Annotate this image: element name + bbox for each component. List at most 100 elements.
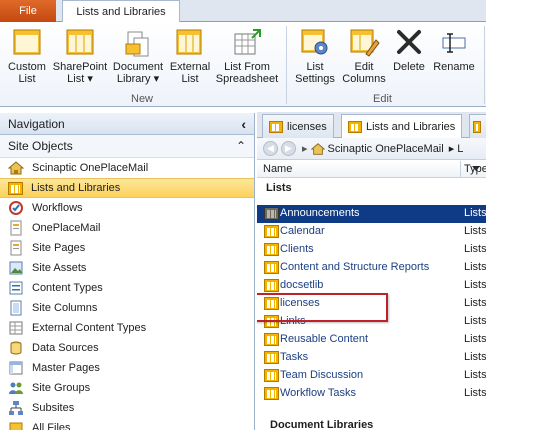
rename-button[interactable]: Rename — [430, 26, 478, 73]
list-icon — [264, 225, 279, 238]
group-divider — [484, 26, 485, 104]
groups-icon — [9, 382, 23, 394]
list-row-calendar[interactable]: Calendar Lists — [257, 223, 486, 241]
list-row-clients[interactable]: Clients Lists — [257, 241, 486, 259]
navigation-header: Navigation ‹ — [0, 113, 254, 135]
list-row-workflow-tasks[interactable]: Workflow Tasks Lists — [257, 385, 486, 403]
group-divider — [286, 26, 287, 104]
list-icon — [264, 207, 279, 220]
list-icon — [8, 181, 23, 195]
site-objects-title: Site Objects — [8, 139, 73, 153]
sharepoint-list-button[interactable]: SharePoint List ▾ — [50, 26, 110, 85]
sidebar-item-subsites[interactable]: Subsites — [0, 398, 254, 418]
column-divider[interactable] — [460, 161, 461, 178]
custom-list-icon — [13, 29, 41, 55]
document-tab-strip: licenses Lists and Libraries — [257, 112, 489, 139]
file-tab[interactable]: File — [0, 0, 56, 22]
list-row-content-and-structure-reports[interactable]: Content and Structure Reports Lists — [257, 259, 486, 277]
sidebar-item-site-columns[interactable]: Site Columns — [0, 298, 254, 318]
edit-columns-icon — [350, 29, 380, 57]
list-from-spreadsheet-button[interactable]: List From Spreadsheet — [214, 26, 280, 85]
section-document-libraries: Document Libraries — [270, 419, 374, 430]
navigation-title: Navigation — [8, 116, 65, 131]
list-row-reusable-content[interactable]: Reusable Content Lists — [257, 331, 486, 349]
document-library-icon — [125, 31, 149, 57]
custom-list-button[interactable]: Custom List — [6, 26, 48, 85]
blank-margin — [486, 0, 551, 430]
edit-group-label: Edit — [373, 93, 392, 105]
column-header-type[interactable]: Type — [464, 163, 486, 175]
sharepoint-list-icon — [66, 29, 94, 55]
image-icon — [9, 261, 23, 275]
sidebar-item-workflows[interactable]: Workflows — [0, 198, 254, 218]
list-icon — [264, 333, 279, 346]
tab-licenses[interactable]: licenses — [262, 114, 334, 138]
list-icon — [264, 351, 279, 364]
section-lists: Lists — [266, 182, 292, 194]
sidebar-item-site-assets[interactable]: Site Assets — [0, 258, 254, 278]
database-icon — [10, 341, 22, 355]
edit-columns-button[interactable]: Edit Columns — [340, 26, 388, 85]
list-row-announcements[interactable]: Announcements Lists — [257, 205, 486, 223]
delete-icon — [397, 30, 421, 54]
site-objects-header[interactable]: Site Objects ⌃ — [0, 135, 254, 158]
external-list-icon — [176, 29, 202, 55]
master-page-icon — [9, 361, 23, 375]
sidebar-item-oneplacemail[interactable]: OnePlaceMail — [0, 218, 254, 238]
ribbon: Custom List SharePoint List ▾ Document L… — [0, 22, 486, 107]
sidebar-item-external-content-types[interactable]: External Content Types — [0, 318, 254, 338]
sidebar-item-lists-and-libraries[interactable]: Lists and Libraries — [0, 178, 254, 198]
forward-button[interactable]: ▶ — [281, 141, 296, 156]
list-icon — [264, 369, 279, 382]
list-settings-button[interactable]: List Settings — [292, 26, 338, 85]
columns-icon — [10, 300, 22, 316]
sidebar-item-master-pages[interactable]: Master Pages — [0, 358, 254, 378]
content-types-icon — [9, 281, 23, 295]
lists-and-libraries-view: Name Type Lists Announcements Lists Cale… — [257, 161, 486, 430]
column-headers: Name Type — [257, 161, 486, 178]
column-header-name[interactable]: Name — [263, 163, 292, 175]
tab-lists-and-libraries-doc[interactable]: Lists and Libraries — [341, 114, 463, 139]
ribbon-tab-strip: File Lists and Libraries — [0, 0, 486, 23]
list-settings-icon — [301, 29, 328, 55]
files-icon — [9, 422, 23, 430]
navigation-pane: Navigation ‹ Site Objects ⌃ Scinaptic On… — [0, 113, 255, 430]
sidebar-item-scinaptic-oneplacemail[interactable]: Scinaptic OnePlaceMail — [0, 158, 254, 178]
back-button[interactable]: ◀ — [263, 141, 278, 156]
workflow-icon — [9, 201, 23, 215]
sidebar-item-all-files[interactable]: All Files — [0, 418, 254, 430]
tab-lists-and-libraries[interactable]: Lists and Libraries — [62, 0, 180, 23]
chevron-up-icon[interactable]: ⌃ — [236, 139, 246, 153]
list-from-spreadsheet-icon — [234, 29, 261, 55]
document-library-button[interactable]: Document Library ▾ — [110, 26, 166, 85]
list-row-team-discussion[interactable]: Team Discussion Lists — [257, 367, 486, 385]
highlight-callout — [257, 293, 388, 322]
list-icon — [264, 261, 279, 274]
list-icon — [348, 121, 362, 133]
external-list-button[interactable]: External List — [168, 26, 212, 85]
list-icon — [269, 120, 283, 133]
home-icon — [310, 142, 325, 155]
list-icon — [264, 387, 279, 400]
subsites-icon — [9, 401, 23, 415]
external-content-icon — [9, 321, 23, 335]
collapse-pane-icon[interactable]: ‹ — [241, 116, 246, 132]
page-icon — [10, 220, 22, 236]
new-tab-icon — [473, 120, 481, 133]
home-icon — [8, 161, 24, 175]
sidebar-item-data-sources[interactable]: Data Sources — [0, 338, 254, 358]
breadcrumb-separator: ▸ — [302, 143, 308, 155]
rename-icon — [442, 33, 466, 53]
sidebar-item-content-types[interactable]: Content Types — [0, 278, 254, 298]
breadcrumb: ◀ ▶ ▸ Scinaptic OnePlaceMail ▸ L — [257, 138, 486, 160]
list-icon — [264, 279, 279, 292]
sidebar-item-site-groups[interactable]: Site Groups — [0, 378, 254, 398]
page-icon — [10, 240, 22, 256]
new-group-label: New — [131, 93, 154, 105]
breadcrumb-next[interactable]: ▸ L — [449, 142, 464, 155]
delete-button[interactable]: Delete — [390, 26, 428, 73]
sidebar-item-site-pages[interactable]: Site Pages — [0, 238, 254, 258]
breadcrumb-site[interactable]: Scinaptic OnePlaceMail — [328, 143, 444, 155]
list-row-tasks[interactable]: Tasks Lists — [257, 349, 486, 367]
list-icon — [264, 243, 279, 256]
